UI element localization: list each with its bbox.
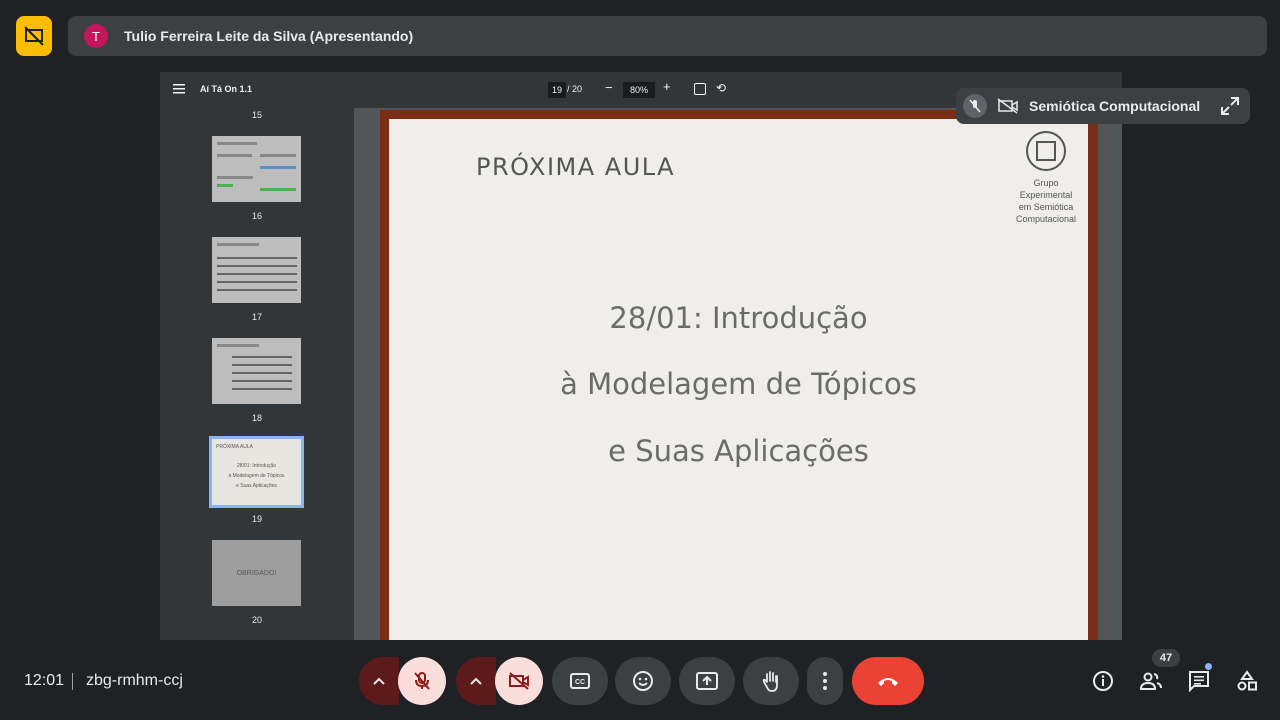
slide-line: 28/01: Introdução [609, 301, 868, 335]
people-button[interactable] [1136, 666, 1166, 696]
group-logo: Grupo Experimental em Semiótica Computac… [1006, 131, 1086, 225]
thumbnail-page-17[interactable] [212, 237, 301, 303]
present-icon [696, 672, 718, 690]
thumbnail-page-16[interactable] [212, 136, 301, 202]
mic-off-icon [963, 94, 987, 118]
thumbnail-label: 20 [251, 615, 262, 625]
shared-screen: Aí Tá On 1.1 19 / 20 − 80% + ⟲ 15 16 17 [160, 72, 1122, 640]
captions-icon: CC [570, 673, 590, 689]
mic-off-icon [414, 672, 430, 690]
thumbnail-label: 16 [251, 211, 262, 221]
zoom-out-button[interactable]: − [605, 80, 613, 95]
thumbnail-text: 28/01: Introdução [237, 463, 276, 469]
thumbnail-text: OBRIGADO! [236, 570, 277, 577]
call-end-icon [878, 678, 898, 686]
page-total: / 20 [567, 84, 583, 94]
chat-notification-dot [1205, 663, 1212, 670]
thumbnail-text: à Modelagem de Tópicos [228, 473, 285, 479]
activities-button[interactable] [1232, 666, 1262, 696]
logo-icon [1026, 131, 1066, 171]
self-view-tile[interactable]: Semiótica Computacional [956, 88, 1250, 124]
divider [72, 673, 73, 690]
thumbnail-sidebar: 15 16 17 18 PRÓXIMA AULA 28/01: Introduç… [160, 108, 354, 640]
self-view-name: Semiótica Computacional [1029, 98, 1201, 114]
thumbnail-heading: PRÓXIMA AULA [216, 444, 253, 450]
raise-hand-button[interactable] [743, 657, 799, 705]
camera-toggle-button[interactable] [495, 657, 543, 705]
mic-toggle-button[interactable] [398, 657, 446, 705]
participant-count-badge: 47 [1152, 649, 1180, 667]
rotate-icon[interactable]: ⟲ [716, 81, 726, 95]
info-icon [1093, 671, 1113, 691]
slide-line: à Modelagem de Tópicos [560, 367, 917, 401]
fit-page-icon[interactable] [694, 83, 706, 95]
video-options-button[interactable] [456, 657, 496, 705]
thumbnail-label: 15 [251, 110, 262, 120]
thumbnail-page-18[interactable] [212, 338, 301, 404]
logo-text: Computacional [1015, 214, 1077, 224]
audio-options-button[interactable] [359, 657, 399, 705]
presenter-bar: T Tulio Ferreira Leite da Silva (Apresen… [68, 16, 1267, 56]
present-button[interactable] [679, 657, 735, 705]
svg-text:CC: CC [575, 679, 585, 686]
thumbnail-page-19[interactable]: PRÓXIMA AULA 28/01: Introdução à Modelag… [209, 436, 304, 508]
emoji-icon [633, 671, 653, 691]
presenter-name: Tulio Ferreira Leite da Silva (Apresenta… [124, 28, 414, 44]
hand-icon [762, 671, 778, 692]
more-vert-icon [823, 672, 827, 690]
mic-control [359, 657, 446, 705]
avatar: T [84, 24, 108, 48]
leave-call-button[interactable] [852, 657, 924, 705]
reactions-button[interactable] [615, 657, 671, 705]
chat-button[interactable] [1184, 666, 1214, 696]
activities-icon [1237, 670, 1257, 691]
captions-button[interactable]: CC [552, 657, 608, 705]
people-icon [1139, 672, 1162, 690]
meeting-code: zbg-rmhm-ccj [86, 672, 183, 689]
chat-icon [1189, 671, 1209, 692]
pdf-title: Aí Tá On 1.1 [200, 84, 253, 94]
expand-icon[interactable] [1220, 96, 1240, 116]
logo-text: em Semiótica [1018, 202, 1074, 212]
page-number-input[interactable]: 19 [548, 82, 566, 98]
thumbnail-label: 19 [251, 514, 262, 524]
slide-heading: PRÓXIMA AULA [476, 153, 676, 181]
thumbnail-text: e Suas Aplicações [236, 483, 277, 489]
stop-presenting-button[interactable] [16, 16, 52, 56]
meeting-details-button[interactable] [1088, 666, 1118, 696]
camera-off-icon [509, 672, 529, 690]
thumbnail-page-20[interactable]: OBRIGADO! [212, 540, 301, 606]
slide-line: e Suas Aplicações [608, 434, 869, 468]
zoom-in-button[interactable]: + [663, 79, 671, 94]
logo-text: Experimental [1019, 190, 1073, 200]
more-options-button[interactable] [807, 657, 843, 705]
camera-off-icon [997, 98, 1018, 114]
thumbnail-label: 18 [251, 413, 262, 423]
logo-text: Grupo [1033, 178, 1059, 188]
chevron-up-icon [470, 677, 482, 685]
zoom-level[interactable]: 80% [623, 82, 655, 98]
thumbnail-label: 17 [251, 312, 262, 322]
chevron-up-icon [373, 677, 385, 685]
camera-control [456, 657, 543, 705]
present-off-icon [24, 26, 44, 46]
menu-icon[interactable] [172, 82, 186, 96]
slide-page: PRÓXIMA AULA Grupo Experimental em Semió… [389, 119, 1088, 640]
clock: 12:01 [24, 672, 65, 689]
